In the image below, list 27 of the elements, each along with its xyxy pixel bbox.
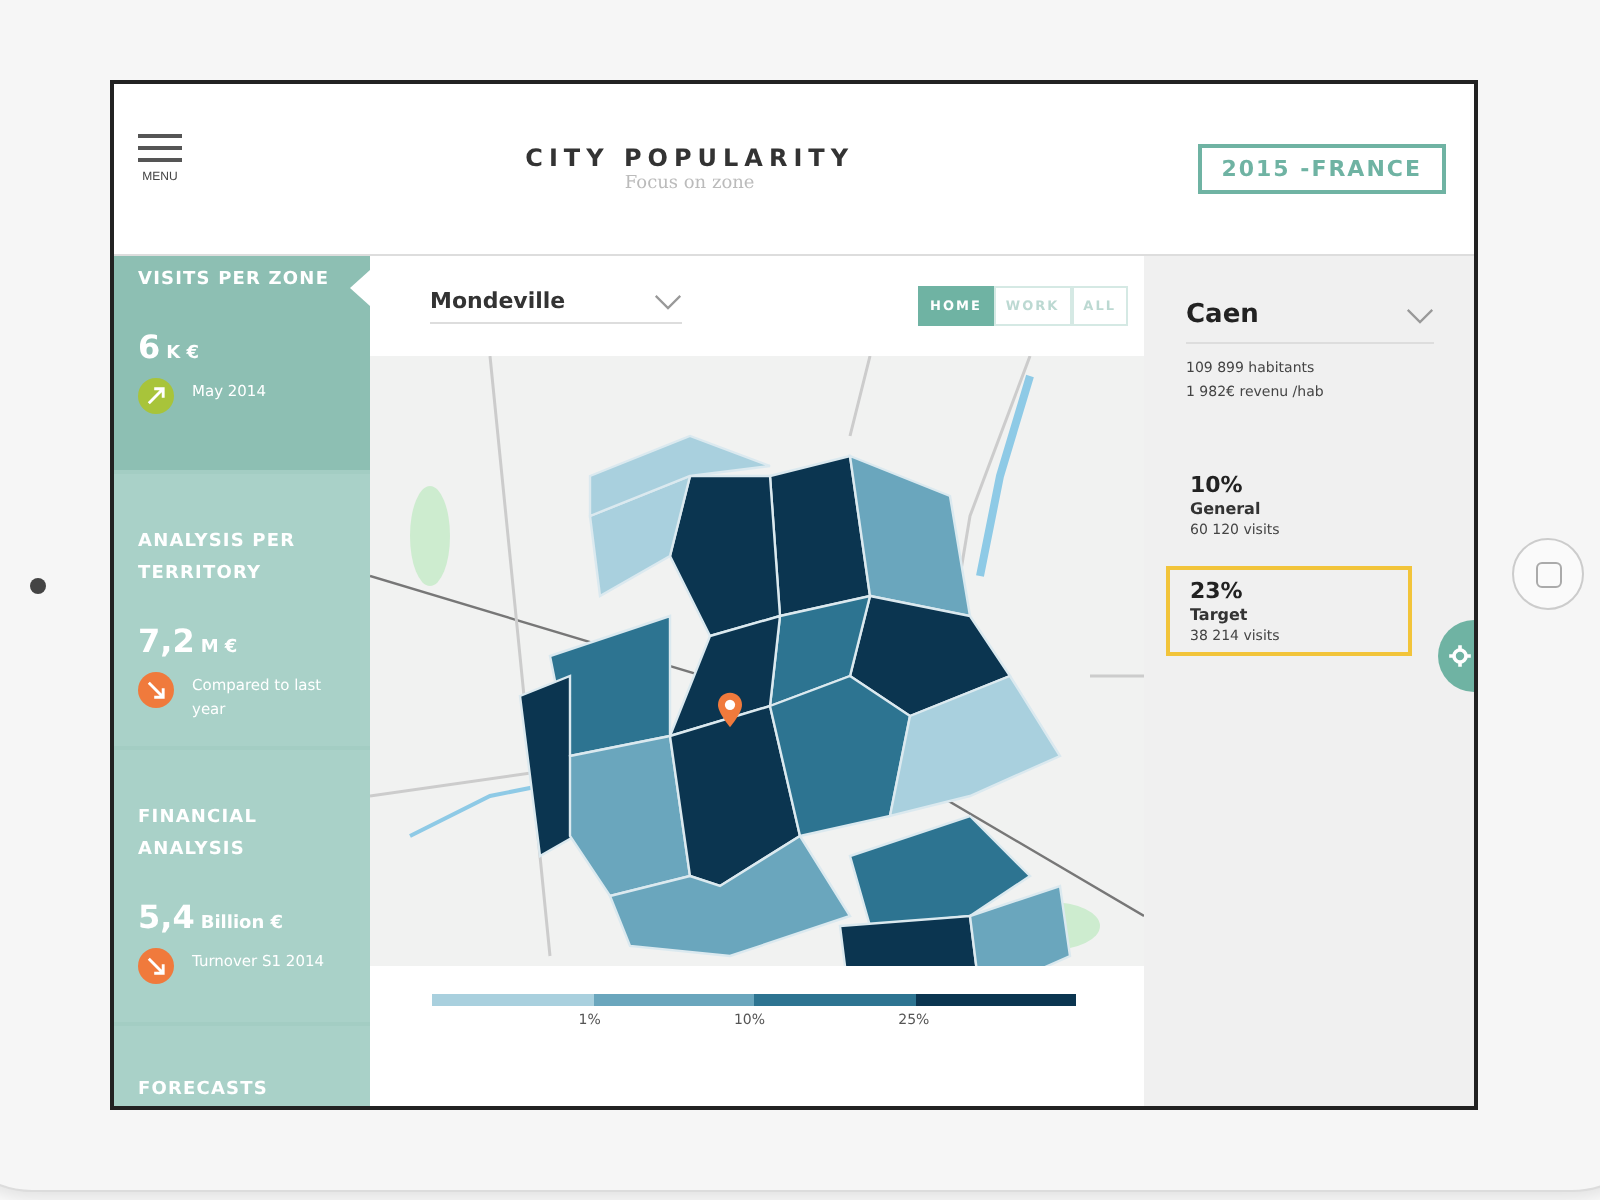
stat-percent: 23% bbox=[1190, 578, 1245, 604]
metric-unit: K € bbox=[166, 344, 200, 364]
metric-value: 7,2 bbox=[138, 622, 195, 660]
metric-unit: M € bbox=[200, 638, 238, 658]
stat-label: Target bbox=[1190, 606, 1250, 624]
chevron-down-icon bbox=[1406, 307, 1434, 323]
card-title: FORECASTS bbox=[138, 1078, 270, 1104]
city-dropdown[interactable]: Caen bbox=[1186, 300, 1434, 344]
chevron-down-icon bbox=[654, 293, 682, 309]
year-country-button[interactable]: 2015 -FRANCE bbox=[1197, 144, 1446, 194]
zone-dropdown[interactable]: Mondeville bbox=[430, 288, 682, 324]
page-subtitle: Focus on zone bbox=[622, 174, 757, 194]
metric-value: 6 bbox=[138, 328, 161, 366]
card-title: VISITS PER ZONE bbox=[138, 268, 332, 294]
camera-icon bbox=[30, 578, 46, 594]
stat-label: General bbox=[1190, 500, 1263, 518]
stat-percent: 10% bbox=[1190, 472, 1245, 498]
card-title: FINANCIAL ANALYSIS bbox=[138, 806, 260, 864]
card-title: ANALYSIS PER TERRITORY bbox=[138, 530, 298, 588]
menu-icon bbox=[138, 134, 182, 162]
metric-card[interactable]: FORECASTS bbox=[114, 1026, 370, 1106]
metric-value: 5,4 bbox=[138, 898, 195, 936]
location-pin-icon bbox=[718, 692, 742, 728]
home-button[interactable] bbox=[1512, 538, 1584, 610]
selection-notch bbox=[350, 270, 370, 306]
metric-unit: Billion € bbox=[200, 914, 284, 934]
page-title: CITY POPULARITY bbox=[525, 144, 855, 172]
